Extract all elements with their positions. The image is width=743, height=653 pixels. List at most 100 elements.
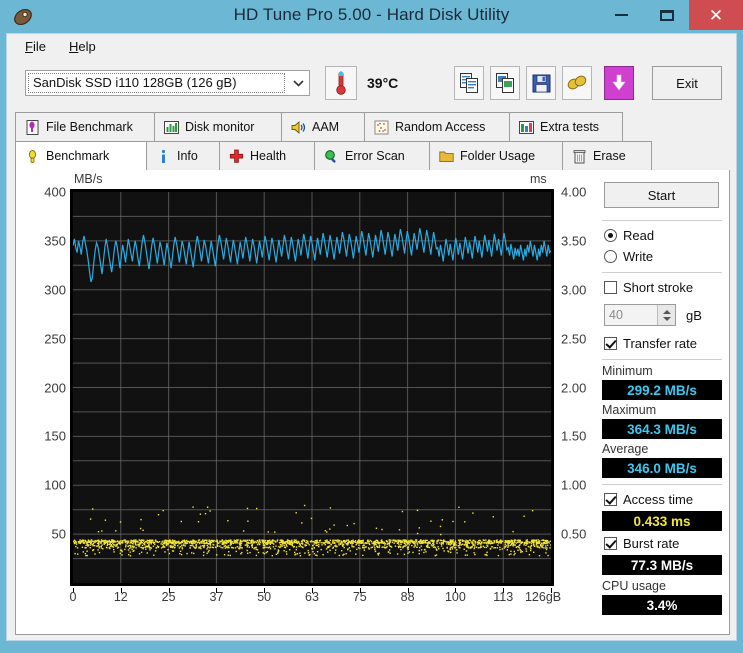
plot-svg: [73, 192, 551, 583]
peanut-button[interactable]: [562, 66, 592, 100]
y-tick-right: 2.50: [561, 331, 587, 347]
benchmark-chart: MB/s ms 400 350 300 250 200 150 100 50 4.00 3.50…: [16, 170, 594, 633]
health-icon: [229, 149, 244, 164]
radio-read-label: Read: [623, 228, 655, 243]
tab-benchmark-label: Benchmark: [46, 149, 110, 163]
tab-random-access[interactable]: Random Access: [364, 112, 510, 141]
short-stroke-stepper[interactable]: [657, 305, 675, 325]
menu-bar: File Help: [7, 34, 736, 58]
radio-write[interactable]: Write: [604, 249, 653, 264]
checkbox-transfer-rate[interactable]: Transfer rate: [604, 336, 697, 351]
exit-button[interactable]: Exit: [652, 66, 722, 100]
checkbox-access-time-label: Access time: [623, 492, 694, 507]
folder-usage-icon: [439, 149, 454, 164]
benchmark-icon: [25, 149, 40, 164]
app-window: HD Tune Pro 5.00 - Hard Disk Utility ✕ F…: [0, 0, 743, 653]
tab-erase[interactable]: Erase: [562, 141, 652, 170]
radio-read[interactable]: Read: [604, 228, 654, 243]
tab-row-1: File Benchmark Disk monitor AAM Random A…: [15, 112, 730, 141]
download-icon: [612, 74, 626, 91]
minimum-value: 299.2 MB/s: [602, 380, 722, 400]
tab-file-benchmark-label: File Benchmark: [46, 120, 133, 134]
checkbox-short-stroke[interactable]: Short stroke: [604, 280, 693, 295]
y-tick-left: 200: [44, 380, 66, 395]
drive-select-value: SanDisk SSD i110 128GB (126 gB): [28, 73, 285, 93]
info-icon: [156, 149, 171, 164]
extra-tests-icon: [519, 120, 534, 135]
copy-text-button[interactable]: [454, 66, 484, 100]
tab-folder-usage[interactable]: Folder Usage: [429, 141, 563, 170]
tab-extra-tests[interactable]: Extra tests: [509, 112, 623, 141]
tab-erase-label: Erase: [593, 149, 626, 163]
y-tick-left: 300: [44, 282, 66, 298]
menu-file[interactable]: File: [19, 38, 52, 55]
y-tick-right: 2.00: [561, 380, 587, 395]
download-button[interactable]: [604, 66, 634, 100]
checkbox-short-stroke-indicator: [604, 281, 617, 294]
copy-text-icon: [459, 73, 478, 93]
start-button-label: Start: [647, 187, 676, 203]
tab-strip: File Benchmark Disk monitor AAM Random A…: [15, 112, 730, 170]
x-tick-label: 25: [161, 590, 176, 604]
short-stroke-input[interactable]: 40: [604, 304, 676, 326]
checkbox-burst-rate-indicator: [604, 537, 617, 550]
drive-select[interactable]: SanDisk SSD i110 128GB (126 gB): [25, 70, 310, 96]
plot-area: [70, 189, 554, 586]
minimize-button[interactable]: [599, 0, 644, 30]
maximize-button[interactable]: [644, 0, 689, 30]
x-tick-label: 0: [69, 590, 77, 604]
tab-info[interactable]: Info: [146, 141, 220, 170]
client-area: File Help SanDisk SSD i110 128GB (126 gB…: [6, 33, 737, 641]
tab-file-benchmark[interactable]: File Benchmark: [15, 112, 155, 141]
short-stroke-unit-label: gB: [686, 308, 702, 323]
divider-4: [602, 484, 722, 485]
tab-aam[interactable]: AAM: [281, 112, 365, 141]
x-tick-label: 100: [444, 590, 466, 604]
maximum-value: 364.3 MB/s: [602, 419, 722, 439]
tab-folder-usage-label: Folder Usage: [460, 149, 536, 163]
save-button[interactable]: [526, 66, 556, 100]
benchmark-panel: MB/s ms 400 350 300 250 200 150 100 50 4.00 3.50…: [15, 170, 730, 635]
tab-error-scan-label: Error Scan: [345, 149, 405, 163]
y-tick-right: 1.50: [561, 428, 587, 444]
y-tick-left: 350: [44, 233, 66, 249]
start-button[interactable]: Start: [604, 182, 719, 208]
chevron-down-icon[interactable]: [287, 71, 309, 95]
toolbar: SanDisk SSD i110 128GB (126 gB) 39°C Exi…: [7, 58, 736, 112]
tab-disk-monitor-label: Disk monitor: [185, 120, 255, 134]
menu-help-label-rest: elp: [78, 39, 96, 54]
benchmark-controls: Start Read Write Short stroke 40 gB Tran…: [594, 170, 729, 633]
maximum-label: Maximum: [602, 403, 657, 417]
tab-health[interactable]: Health: [219, 141, 315, 170]
radio-write-label: Write: [623, 249, 654, 264]
file-benchmark-icon: [25, 119, 40, 135]
copy-image-button[interactable]: [490, 66, 520, 100]
menu-file-label-rest: ile: [32, 39, 46, 54]
tab-error-scan[interactable]: Error Scan: [314, 141, 430, 170]
temperature-value: 39°C: [367, 75, 399, 91]
y-axis-unit-right: ms: [530, 172, 547, 186]
tab-benchmark[interactable]: Benchmark: [15, 141, 147, 170]
peanut-icon: [567, 75, 587, 90]
y-tick-left: 250: [44, 331, 66, 347]
close-button[interactable]: ✕: [689, 0, 743, 30]
checkbox-access-time-indicator: [604, 493, 617, 506]
radio-read-indicator: [604, 229, 617, 242]
checkbox-burst-rate[interactable]: Burst rate: [604, 536, 679, 551]
x-tick-label: 63: [305, 590, 319, 604]
close-icon: ✕: [708, 5, 724, 25]
access-time-value: 0.433 ms: [602, 511, 722, 531]
checkbox-access-time[interactable]: Access time: [604, 492, 693, 507]
y-tick-left: 400: [44, 184, 66, 200]
tab-aam-label: AAM: [312, 120, 340, 134]
x-tick-label: 75: [352, 590, 367, 604]
tab-extra-tests-label: Extra tests: [540, 120, 600, 134]
tab-health-label: Health: [250, 149, 287, 163]
tab-disk-monitor[interactable]: Disk monitor: [154, 112, 282, 141]
tab-info-label: Info: [177, 149, 198, 163]
x-tick-label: 88: [400, 590, 415, 604]
copy-image-icon: [495, 73, 514, 93]
menu-help[interactable]: Help: [63, 38, 102, 55]
y-tick-left: 100: [44, 477, 66, 493]
checkbox-short-stroke-label: Short stroke: [623, 280, 694, 295]
